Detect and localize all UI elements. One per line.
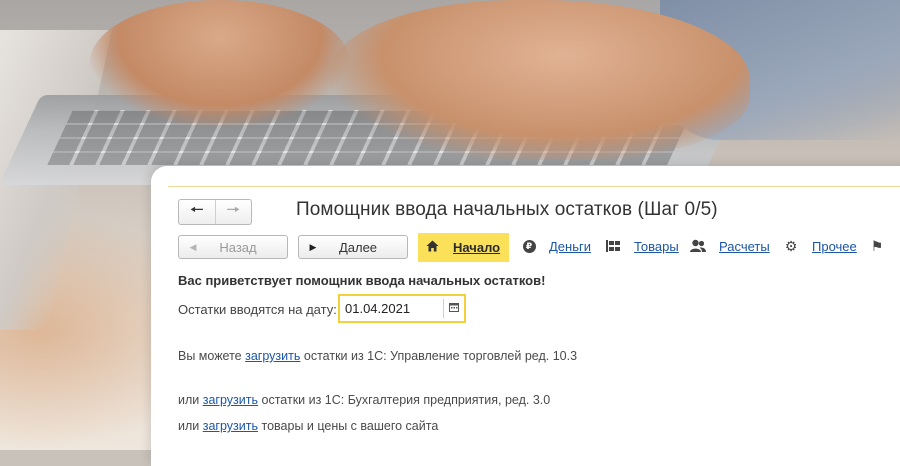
gear-icon: ⚙ [784, 237, 798, 254]
boxes-icon [605, 238, 621, 254]
back-button-label: Назад [219, 239, 257, 255]
tab-other[interactable]: Прочее [812, 239, 857, 254]
import-site-line: или загрузить товары и цены с вашего сай… [178, 418, 638, 435]
arrow-right-icon[interactable]: 🠖 [214, 200, 252, 224]
load-site-link[interactable]: загрузить [203, 419, 258, 433]
line1-suffix: остатки из 1С: Управление торговлей ред.… [303, 349, 578, 363]
right-hand [330, 0, 750, 160]
line1-prefix: Вы можете [178, 349, 242, 363]
line2-prefix: или [178, 393, 200, 407]
date-input[interactable] [345, 301, 441, 316]
date-label: Остатки вводятся на дату: [178, 302, 337, 317]
arrow-left-icon[interactable]: 🠔 [179, 200, 215, 224]
left-hand [90, 0, 350, 125]
import-bp-line: или загрузить остатки из 1С: Бухгалтерия… [178, 392, 638, 409]
tab-goods[interactable]: Товары [634, 239, 679, 254]
calendar-icon[interactable] [444, 302, 464, 315]
tab-start[interactable]: Начало [418, 233, 509, 262]
date-field[interactable] [338, 294, 466, 323]
import-ut-line: Вы можете загрузить остатки из 1С: Управ… [178, 348, 578, 365]
ruble-icon: ₽ [521, 238, 537, 254]
triangle-right-icon: ▶ [309, 241, 317, 252]
flag-icon[interactable]: ⚑ [869, 238, 885, 254]
tab-money[interactable]: Деньги [549, 239, 591, 254]
welcome-text: Вас приветствует помощник ввода начальны… [178, 273, 546, 288]
page-title: Помощник ввода начальных остатков (Шаг 0… [296, 199, 718, 220]
panel-divider [168, 186, 900, 187]
load-ut-link[interactable]: загрузить [245, 349, 300, 363]
line2-suffix: остатки из 1С: Бухгалтерия предприятия, … [261, 393, 551, 407]
triangle-left-icon: ◀ [189, 241, 197, 252]
tab-start-label: Начало [453, 240, 501, 255]
next-button-label: Далее [338, 239, 378, 255]
next-button[interactable]: ▶ Далее [298, 235, 408, 259]
line3-prefix: или [178, 419, 200, 433]
home-icon [426, 240, 439, 255]
users-icon [690, 238, 706, 254]
back-button[interactable]: ◀ Назад [178, 235, 288, 259]
line3-suffix: товары и цены с вашего сайта [261, 419, 439, 433]
history-nav: 🠔 🠖 [178, 199, 252, 225]
tab-settlements[interactable]: Расчеты [719, 239, 770, 254]
load-bp-link[interactable]: загрузить [203, 393, 258, 407]
